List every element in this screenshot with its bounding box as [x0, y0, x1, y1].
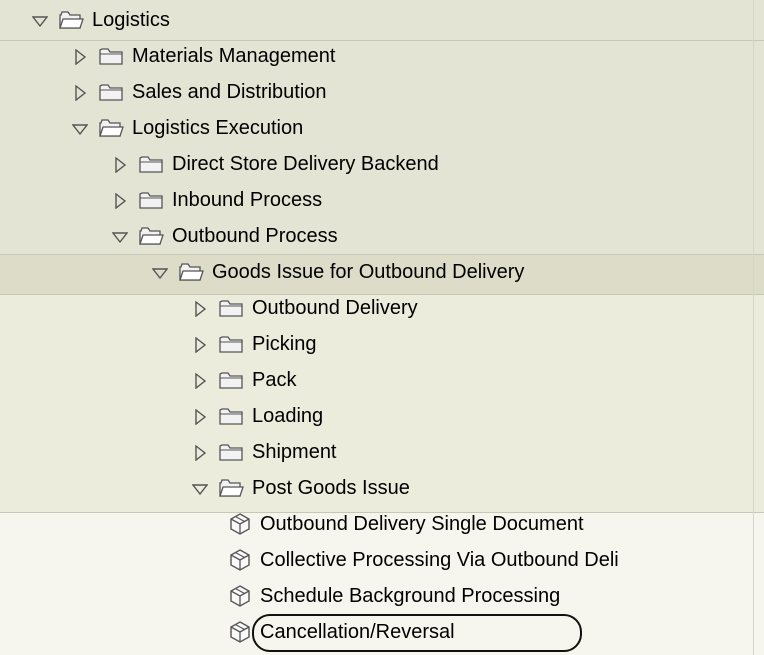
- menu-tree: Logistics Materials Management Sales and D…: [0, 0, 764, 655]
- tree-transaction[interactable]: Cancellation/Reversal: [228, 615, 455, 649]
- triangle-down-icon[interactable]: [71, 120, 89, 136]
- folder-icon: [218, 442, 244, 462]
- tree-folder[interactable]: Sales and Distribution: [72, 75, 327, 109]
- tree-folder[interactable]: Goods Issue for Outbound Delivery: [151, 255, 525, 289]
- tree-folder[interactable]: Logistics Execution: [71, 111, 304, 145]
- triangle-right-icon[interactable]: [112, 156, 128, 174]
- tree-node-label: Materials Management: [132, 45, 336, 67]
- tree-folder[interactable]: Direct Store Delivery Backend: [112, 147, 439, 181]
- tree-node-label: Logistics: [92, 9, 170, 31]
- triangle-right-icon[interactable]: [192, 408, 208, 426]
- folder-icon: [138, 190, 164, 210]
- tree-node-label: Sales and Distribution: [132, 81, 327, 103]
- triangle-right-icon[interactable]: [192, 300, 208, 318]
- cube-icon: [228, 548, 252, 572]
- folder-open-icon: [58, 10, 84, 30]
- tree-folder[interactable]: Loading: [192, 399, 323, 433]
- triangle-down-icon[interactable]: [151, 264, 169, 280]
- tree-folder[interactable]: Materials Management: [72, 39, 335, 73]
- triangle-right-icon[interactable]: [192, 336, 208, 354]
- tree-node-label: Post Goods Issue: [252, 477, 410, 499]
- tree-node-label: Logistics Execution: [132, 117, 304, 139]
- tree-node-label: Outbound Delivery Single Document: [260, 513, 584, 535]
- tree-folder[interactable]: Post Goods Issue: [191, 471, 410, 505]
- folder-open-icon: [138, 226, 164, 246]
- tree-node-label: Cancellation/Reversal: [260, 621, 455, 643]
- triangle-right-icon[interactable]: [112, 192, 128, 210]
- tree-node-label: Shipment: [252, 441, 337, 463]
- triangle-right-icon[interactable]: [192, 444, 208, 462]
- triangle-down-icon[interactable]: [111, 228, 129, 244]
- tree-folder[interactable]: Outbound Process: [111, 219, 338, 253]
- folder-icon: [218, 334, 244, 354]
- folder-open-icon: [178, 262, 204, 282]
- folder-icon: [98, 46, 124, 66]
- folder-icon: [138, 154, 164, 174]
- tree-node-label: Collective Processing Via Outbound Deli: [260, 549, 619, 571]
- folder-icon: [218, 370, 244, 390]
- cube-icon: [228, 584, 252, 608]
- cube-icon: [228, 512, 252, 536]
- scroll-edge: [753, 0, 754, 655]
- triangle-down-icon[interactable]: [191, 480, 209, 496]
- tree-folder[interactable]: Outbound Delivery: [192, 291, 418, 325]
- tree-node-label: Outbound Delivery: [252, 297, 418, 319]
- folder-open-icon: [218, 478, 244, 498]
- tree-folder[interactable]: Pack: [192, 363, 296, 397]
- tree-folder[interactable]: Logistics: [31, 3, 170, 37]
- tree-folder[interactable]: Picking: [192, 327, 316, 361]
- tree-node-label: Schedule Background Processing: [260, 585, 561, 607]
- folder-open-icon: [98, 118, 124, 138]
- folder-icon: [218, 406, 244, 426]
- tree-node-label: Pack: [252, 369, 297, 391]
- triangle-right-icon[interactable]: [72, 84, 88, 102]
- triangle-right-icon[interactable]: [72, 48, 88, 66]
- tree-node-label: Inbound Process: [172, 189, 323, 211]
- triangle-down-icon[interactable]: [31, 12, 49, 28]
- tree-transaction[interactable]: Collective Processing Via Outbound Deli: [228, 543, 619, 577]
- tree-node-label: Picking: [252, 333, 317, 355]
- tree-folder[interactable]: Shipment: [192, 435, 337, 469]
- tree-node-label: Direct Store Delivery Backend: [172, 153, 439, 175]
- tree-folder[interactable]: Inbound Process: [112, 183, 322, 217]
- triangle-right-icon[interactable]: [192, 372, 208, 390]
- tree-transaction[interactable]: Outbound Delivery Single Document: [228, 507, 584, 541]
- tree-node-label: Loading: [252, 405, 324, 427]
- tree-node-label: Goods Issue for Outbound Delivery: [212, 261, 525, 283]
- folder-icon: [98, 82, 124, 102]
- tree-node-label: Outbound Process: [172, 225, 338, 247]
- folder-icon: [218, 298, 244, 318]
- tree-transaction[interactable]: Schedule Background Processing: [228, 579, 560, 613]
- cube-icon: [228, 620, 252, 644]
